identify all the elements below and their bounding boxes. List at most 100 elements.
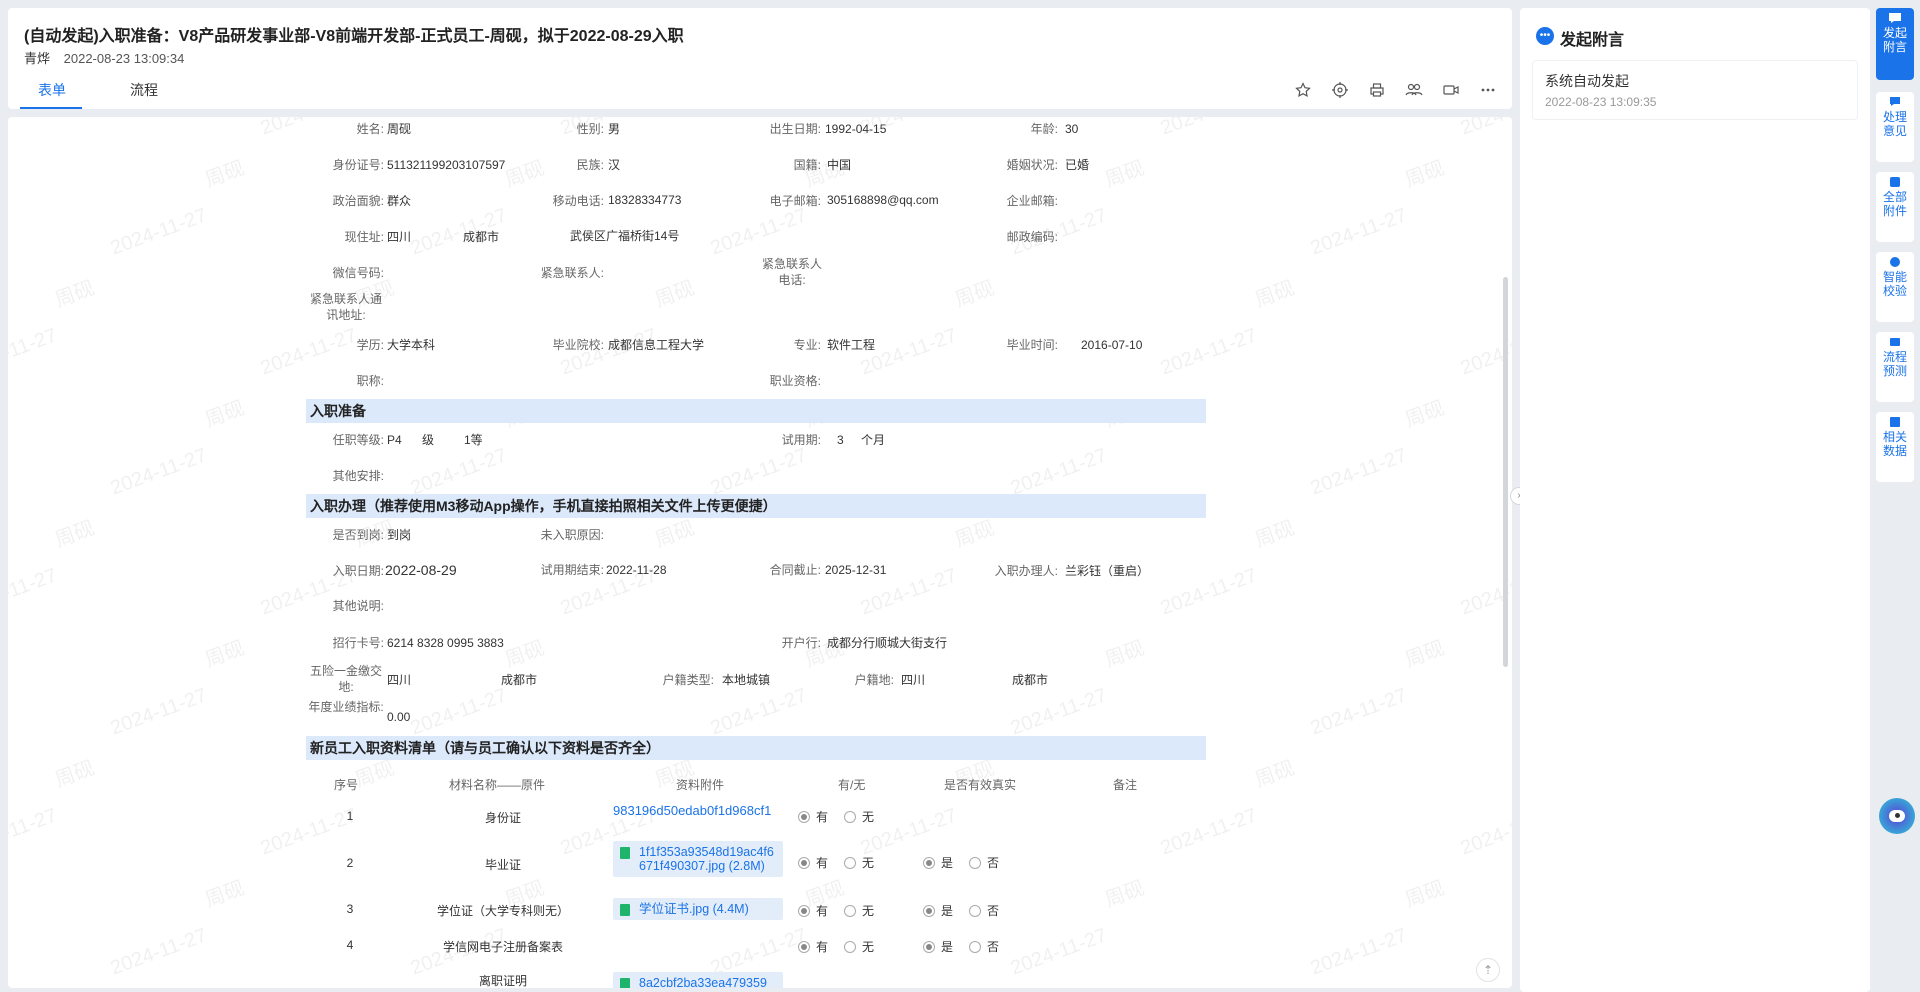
radio-checked-icon	[923, 940, 935, 953]
col-header-no: 序号	[334, 778, 359, 792]
row-3-no: 3	[346, 902, 354, 916]
row-1-has-yes[interactable]: 有	[798, 808, 828, 825]
row-4-valid-yes[interactable]: 是	[923, 938, 953, 955]
creator-line: 青烨 2022-08-23 13:09:34	[24, 48, 184, 67]
hukou-province: 四川	[901, 673, 926, 687]
section-onboard: 入职办理（推荐使用M3移动App操作，手机直接拍照相关文件上传更便捷）	[306, 494, 1206, 518]
sidebar-item-predict-l1: 流程	[1882, 350, 1907, 364]
row-3-file[interactable]: 学位证书.jpg (4.4M)	[613, 898, 783, 920]
insurance-province: 四川	[387, 673, 412, 687]
row-3-valid-no[interactable]: 否	[969, 902, 999, 919]
more-icon[interactable]	[1478, 80, 1498, 100]
birth-value: 1992-04-15	[825, 122, 887, 136]
row-1-has-yes-label: 有	[816, 810, 829, 824]
target-icon[interactable]	[1330, 80, 1350, 100]
nation-label: 国籍:	[793, 158, 821, 172]
row-2-file-name-line2: 671f490307.jpg (2.8M)	[639, 859, 765, 873]
other-arrangement-label: 其他安排:	[332, 469, 384, 483]
row-5-file[interactable]: 8a2cbf2ba33ea479359	[613, 972, 783, 988]
row-4-has-no[interactable]: 无	[844, 938, 874, 955]
sidebar-item-related[interactable]: 相关 数据	[1876, 412, 1914, 482]
comment-text: 系统自动发起	[1545, 73, 1629, 89]
row-4-has-yes[interactable]: 有	[798, 938, 828, 955]
toolbar	[1293, 80, 1498, 100]
header-card: (自动发起)入职准备：V8产品研发事业部-V8前端开发部-正式员工-周砚，拟于2…	[8, 8, 1512, 109]
radio-checked-icon	[798, 856, 810, 869]
row-2-valid-no[interactable]: 否	[969, 854, 999, 871]
row-4-valid-no-label: 否	[987, 940, 1000, 954]
address-label: 现住址:	[344, 230, 384, 244]
contract-label: 合同截止:	[769, 563, 821, 577]
radio-checked-icon	[798, 940, 810, 953]
birth-label: 出生日期:	[769, 122, 821, 136]
sidebar-item-related-l1: 相关	[1882, 430, 1907, 444]
row-1-file-link[interactable]: 983196d50edab0f1d968cf1	[613, 803, 771, 818]
sidebar-item-opinion[interactable]: 处理 意见	[1876, 92, 1914, 162]
probation-end-value: 2022-11-28	[606, 563, 667, 577]
emergency-contact-label: 紧急联系人:	[540, 266, 604, 280]
print-icon[interactable]	[1367, 80, 1387, 100]
sidebar-item-predict[interactable]: 流程 预测	[1876, 332, 1914, 402]
section-prep: 入职准备	[306, 399, 1206, 423]
assistant-avatar[interactable]	[1879, 798, 1915, 834]
card-value: 6214 8328 0995 3883	[387, 636, 504, 650]
row-3-file-name: 学位证书.jpg (4.4M)	[639, 902, 749, 916]
sidebar-item-comment[interactable]: 发起 附言	[1876, 8, 1914, 80]
tab-form[interactable]: 表单	[38, 80, 66, 100]
postcode-label: 邮政编码:	[1006, 230, 1058, 244]
card-label: 招行卡号:	[332, 636, 384, 650]
hukou-city: 成都市	[1012, 673, 1049, 687]
radio-icon	[844, 904, 856, 917]
mobile-value: 18328334773	[608, 193, 682, 207]
row-2-has-no[interactable]: 无	[844, 854, 874, 871]
email-value: 305168898@qq.com	[827, 193, 939, 207]
marital-label: 婚姻状况:	[1006, 158, 1058, 172]
gender-value: 男	[608, 122, 621, 136]
probation-label: 试用期:	[781, 433, 821, 447]
row-4-has-no-label: 无	[862, 940, 875, 954]
attachment-icon	[1890, 177, 1900, 187]
row-2-file[interactable]: 1f1f353a93548d19ac4f6 671f490307.jpg (2.…	[613, 841, 783, 877]
row-2-has-yes[interactable]: 有	[798, 854, 828, 871]
right-sidebar: 发起 附言 处理 意见 全部 附件 智能 校验 流程 预测 相关 数据	[1876, 8, 1916, 992]
row-2-has-yes-label: 有	[816, 856, 829, 870]
users-icon[interactable]	[1404, 80, 1424, 100]
star-icon[interactable]	[1293, 80, 1313, 100]
form-panel[interactable]: 周砚2024-11-27周砚2024-11-27周砚2024-11-27周砚20…	[8, 117, 1512, 988]
vertical-scrollbar[interactable]	[1503, 277, 1508, 667]
level-label: 任职等级:	[332, 433, 384, 447]
emergency-address-label: 紧急联系人通讯地址:	[309, 292, 382, 322]
graduation-value: 2016-07-10	[1081, 338, 1143, 352]
age-label: 年龄:	[1030, 122, 1058, 136]
gender-label: 性别:	[576, 122, 604, 136]
arrived-label: 是否到岗:	[332, 528, 384, 542]
sidebar-item-attachments[interactable]: 全部 附件	[1876, 172, 1914, 242]
flow-icon	[1890, 338, 1900, 346]
row-1-has-no[interactable]: 无	[844, 808, 874, 825]
radio-icon	[969, 904, 981, 917]
row-2-valid-yes[interactable]: 是	[923, 854, 953, 871]
marital-value: 已婚	[1065, 158, 1090, 172]
video-icon[interactable]	[1441, 80, 1461, 100]
row-4-valid-no[interactable]: 否	[969, 938, 999, 955]
sidebar-item-check[interactable]: 智能 校验	[1876, 252, 1914, 322]
row-3-has-yes[interactable]: 有	[798, 902, 828, 919]
page-title: (自动发起)入职准备：V8产品研发事业部-V8前端开发部-正式员工-周砚，拟于2…	[24, 28, 684, 45]
probation-value: 3	[837, 433, 844, 447]
radio-icon	[969, 940, 981, 953]
sidebar-item-check-l2: 校验	[1882, 284, 1907, 298]
tab-flow[interactable]: 流程	[130, 80, 158, 100]
image-file-icon	[620, 847, 630, 859]
row-2-valid-yes-label: 是	[941, 856, 954, 870]
row-4-valid-yes-label: 是	[941, 940, 954, 954]
sidebar-item-predict-l2: 预测	[1882, 364, 1907, 378]
row-3-has-no[interactable]: 无	[844, 902, 874, 919]
back-to-top-button[interactable]: ⇡	[1476, 958, 1500, 982]
col-header-attachment: 资料附件	[676, 778, 725, 792]
row-3-valid-yes[interactable]: 是	[923, 902, 953, 919]
col-header-note: 备注	[1113, 778, 1138, 792]
col-header-material: 材料名称——原件	[449, 778, 546, 792]
bank-label: 开户行:	[781, 636, 821, 650]
comment-panel-title: 发起附言	[1560, 32, 1625, 49]
data-icon	[1890, 417, 1900, 427]
